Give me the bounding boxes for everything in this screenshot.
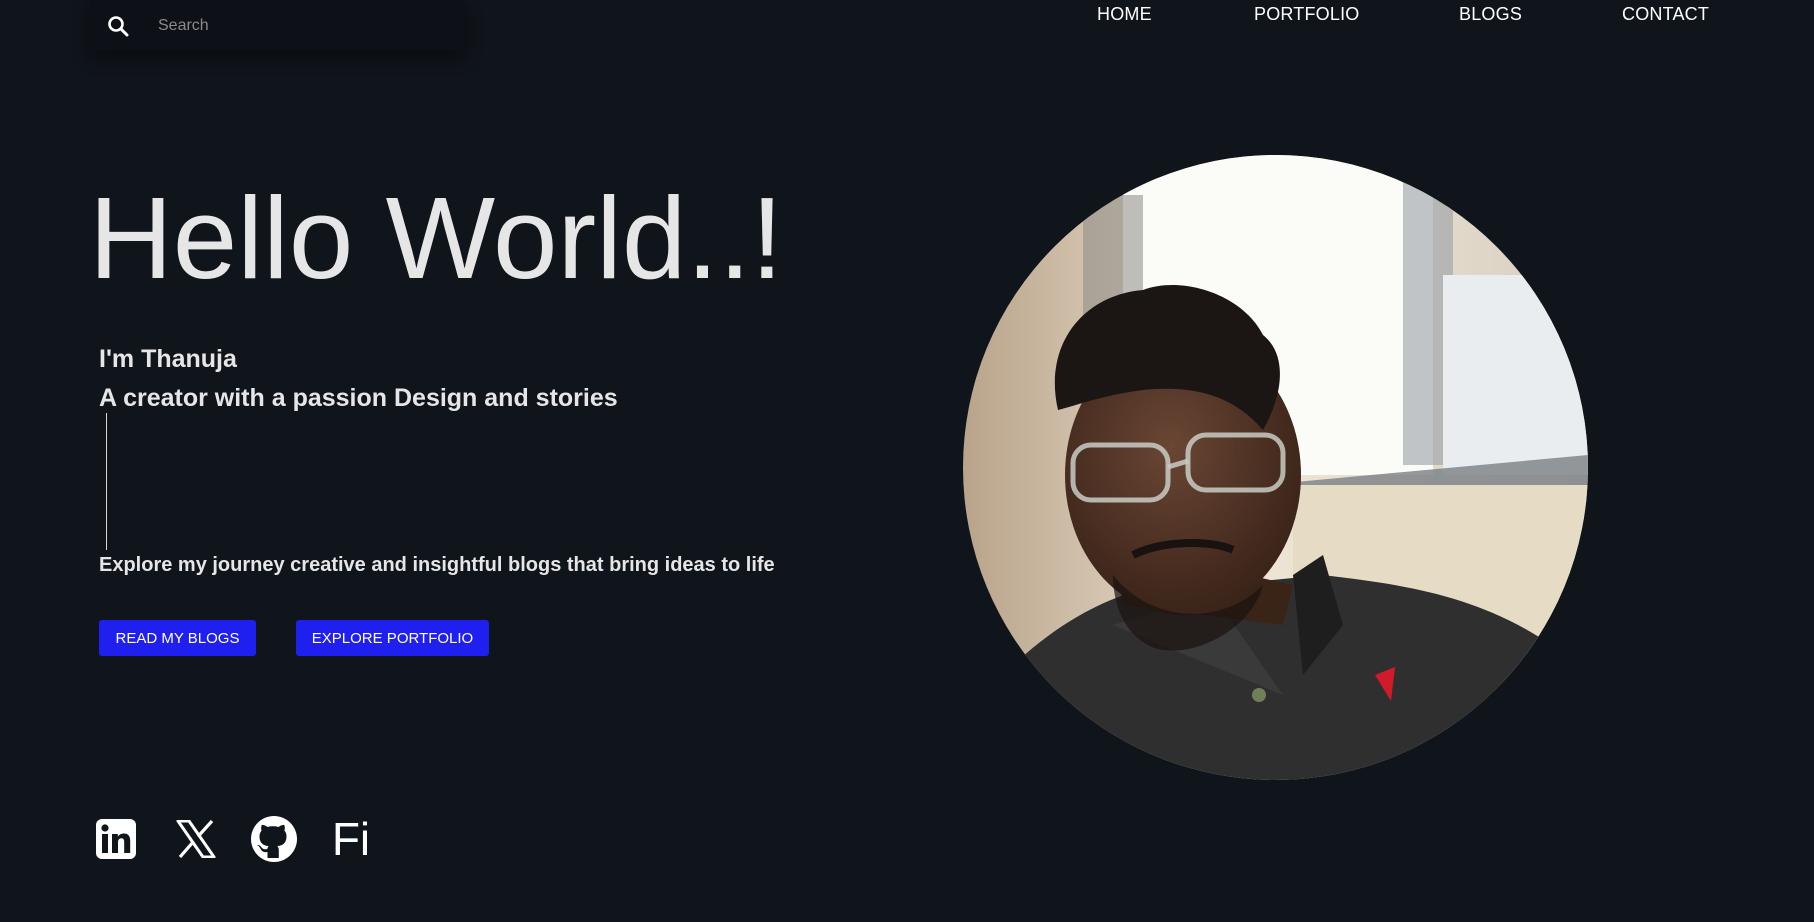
figma-label: Fi: [331, 813, 371, 865]
explore-portfolio-button[interactable]: EXPLORE PORTFOLIO: [296, 620, 489, 656]
github-icon[interactable]: [250, 815, 298, 863]
intro-subtitle: A creator with a passion Design and stor…: [99, 384, 618, 412]
nav-portfolio[interactable]: PORTFOLIO: [1254, 4, 1360, 25]
nav-home[interactable]: HOME: [1097, 4, 1152, 25]
typing-cursor: [106, 413, 107, 550]
figma-icon[interactable]: Fi: [326, 815, 376, 863]
hero-title: Hello World..!: [89, 173, 784, 303]
hero-intro: I'm Thanuja A creator with a passion Des…: [99, 340, 618, 418]
intro-name: I'm Thanuja: [99, 345, 237, 373]
read-blogs-button[interactable]: READ MY BLOGS: [99, 620, 256, 656]
main-nav: HOME PORTFOLIO BLOGS CONTACT: [0, 4, 1814, 34]
nav-blogs[interactable]: BLOGS: [1459, 4, 1522, 25]
page: HOME PORTFOLIO BLOGS CONTACT Hello World…: [0, 0, 1814, 922]
linkedin-icon[interactable]: [92, 815, 140, 863]
x-twitter-icon[interactable]: [172, 815, 220, 863]
nav-contact[interactable]: CONTACT: [1622, 4, 1709, 25]
hero-tagline: Explore my journey creative and insightf…: [99, 554, 775, 576]
profile-photo: [963, 155, 1588, 780]
